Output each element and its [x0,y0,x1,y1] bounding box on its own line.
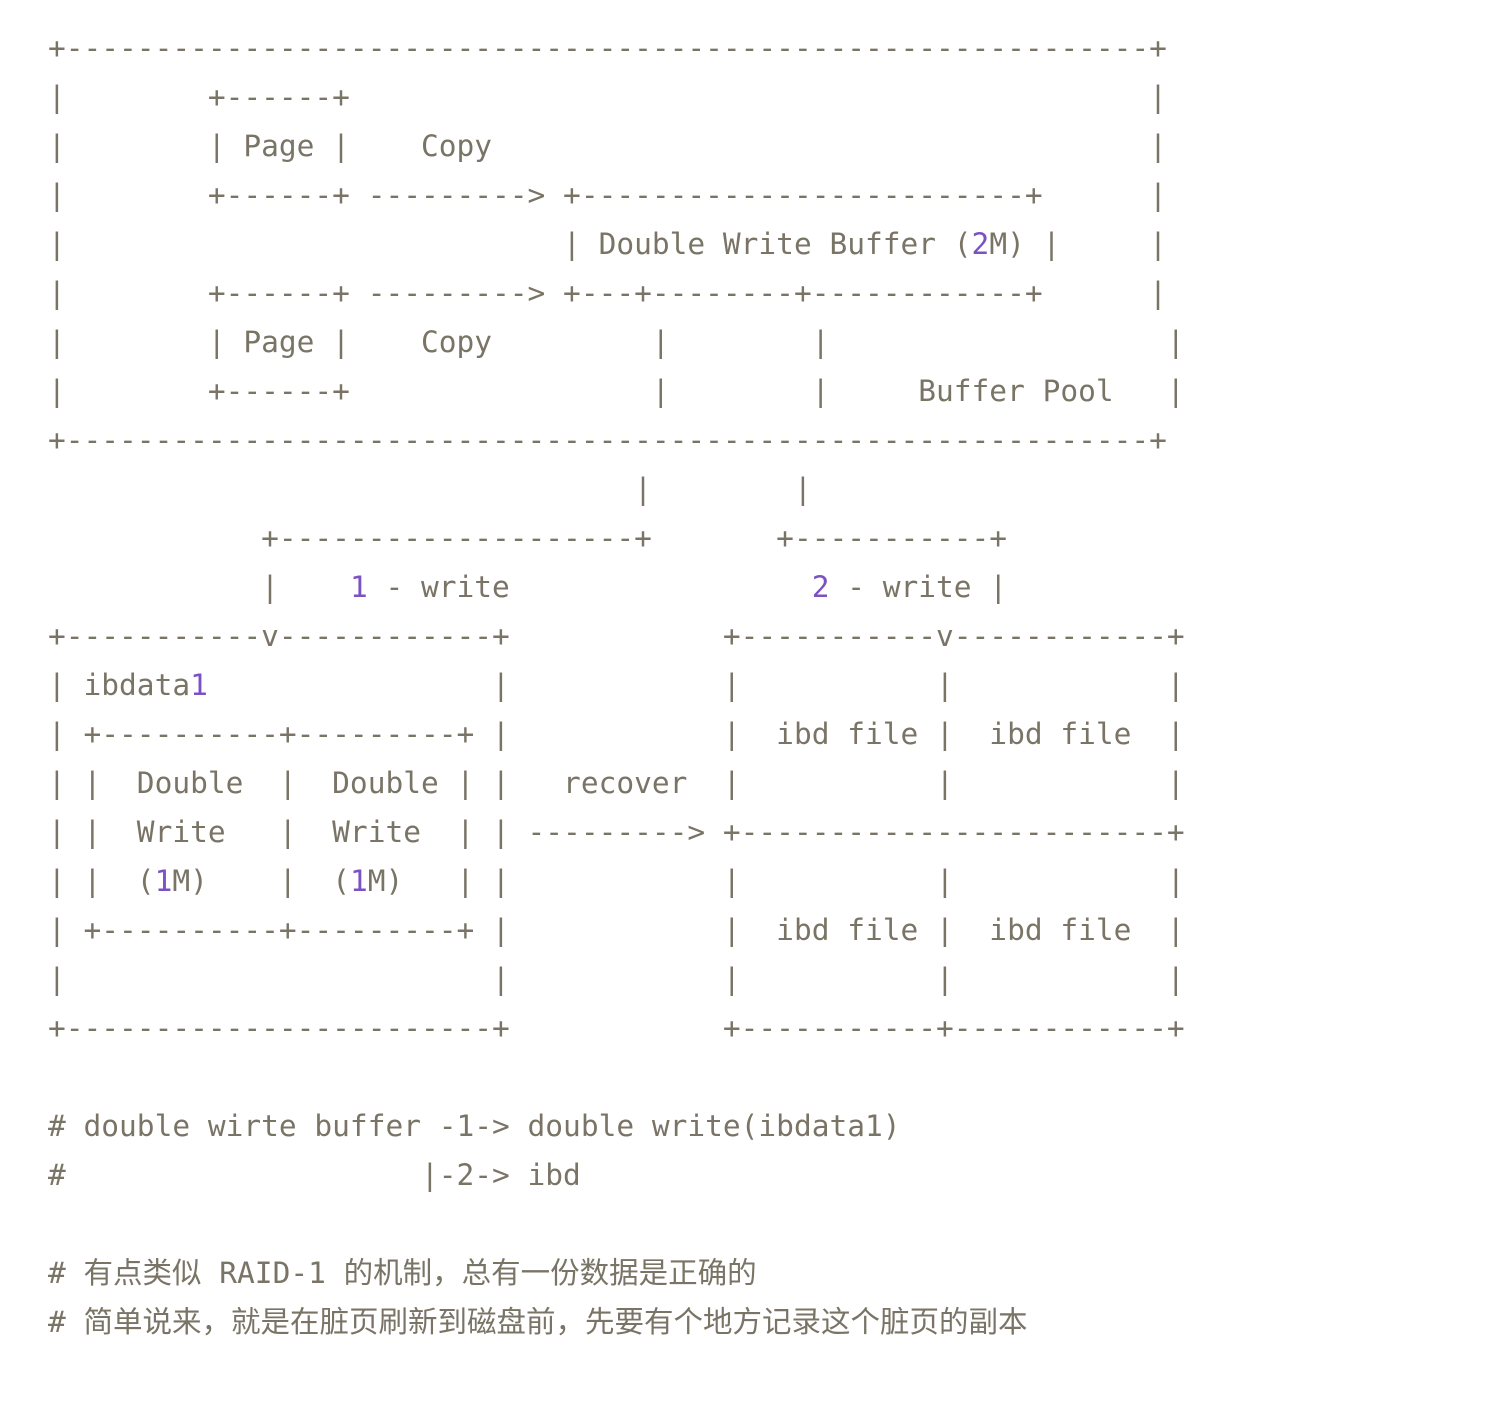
diagram-line: +---------------------------------------… [48,423,1167,457]
diagram-line: | | (1M) | (1M) | | | | | [48,864,1185,898]
diagram-line: | +------+ | | Buffer Pool | [48,374,1185,408]
diagram-line: | +------+ ---------> +-----------------… [48,178,1167,212]
diagram-line: | | Double Write Buffer (2M) | | [48,227,1167,261]
diagram-line: +-----------v------------+ +-----------v… [48,619,1185,653]
comment-line: # 简单说来，就是在脏页刷新到磁盘前，先要有个地方记录这个脏页的副本 [48,1305,1028,1339]
diagram-line: | +------+ | [48,80,1167,114]
comment-line: # double wirte buffer -1-> double write(… [48,1109,901,1143]
diagram-line: | | Write | Write | | ---------> +------… [48,815,1185,849]
diagram-line: +------------------------+ +-----------+… [48,1011,1185,1045]
diagram-line: +---------------------------------------… [48,31,1167,65]
diagram-line: | +----------+---------+ | | ibd file | … [48,717,1185,751]
comment-line: # 有点类似 RAID-1 的机制，总有一份数据是正确的 [48,1256,757,1290]
diagram-line: | | Page | Copy | [48,129,1167,163]
ascii-diagram: +---------------------------------------… [48,24,1185,1347]
diagram-line [48,1053,1185,1102]
diagram-line: | +------+ ---------> +---+--------+----… [48,276,1167,310]
diagram-line: | | Double | Double | | recover | | | [48,766,1185,800]
diagram-line: | | Page | Copy | | | [48,325,1185,359]
diagram-line [48,1200,1185,1249]
diagram-line: | | | | | [48,962,1185,996]
diagram-line: +--------------------+ +-----------+ [48,521,1008,555]
comment-line: # |-2-> ibd [48,1158,581,1192]
diagram-line: | | [48,472,812,506]
diagram-line: | 1 - write 2 - write | [48,570,1008,604]
diagram-line: | ibdata1 | | | | [48,668,1185,702]
diagram-line: | +----------+---------+ | | ibd file | … [48,913,1185,947]
